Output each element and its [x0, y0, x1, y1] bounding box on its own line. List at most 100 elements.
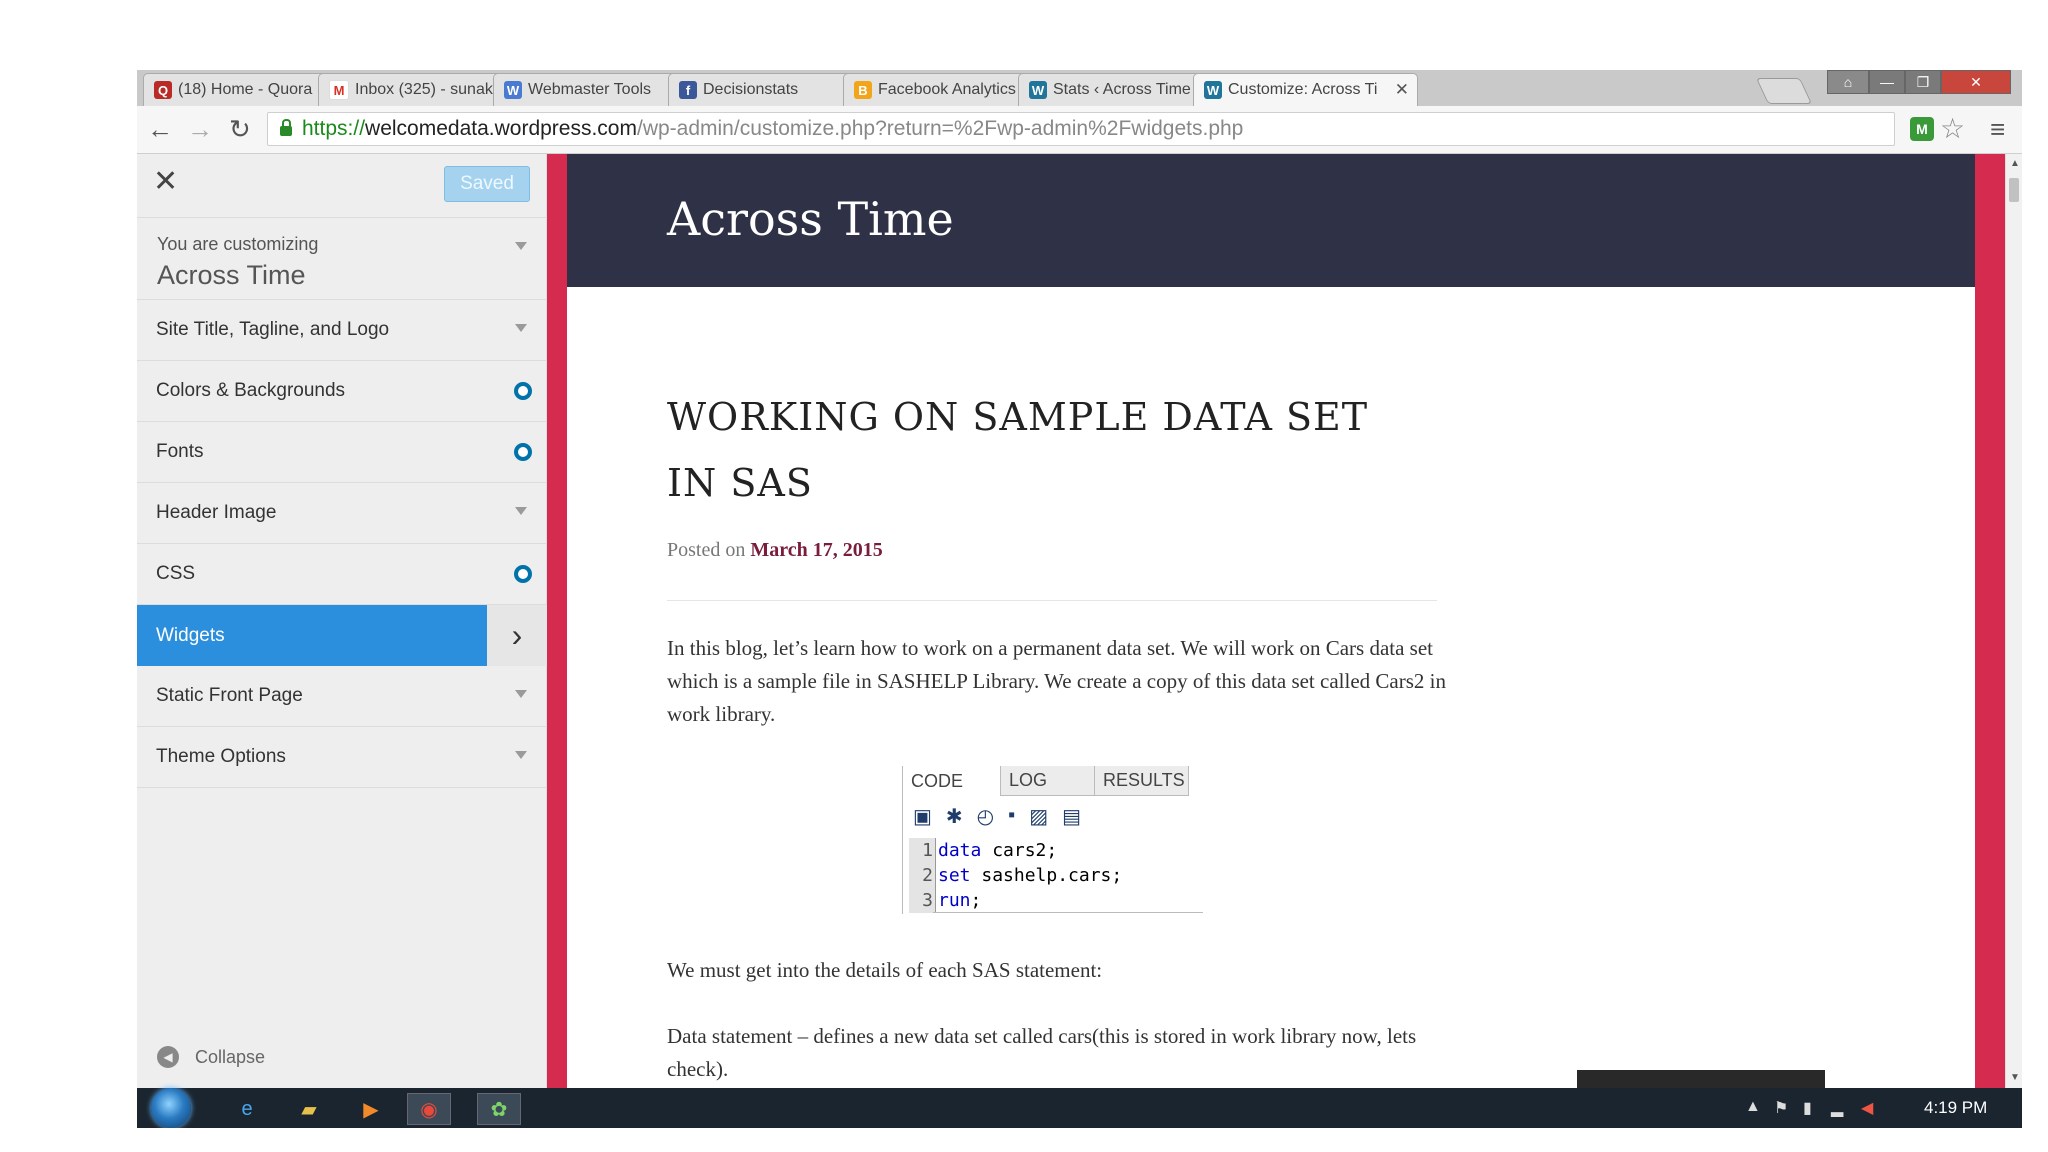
- menu-icon[interactable]: ≡: [1990, 114, 2005, 145]
- saved-button[interactable]: Saved: [444, 166, 530, 202]
- close-window-button[interactable]: ✕: [1941, 70, 2011, 94]
- new-tab-button[interactable]: [1755, 78, 1813, 104]
- submit-icon: ▣: [913, 806, 932, 828]
- code-line: 1 data cars2;: [909, 838, 1203, 863]
- vertical-scrollbar[interactable]: ▲ ▼: [2005, 154, 2022, 1088]
- close-customizer-icon[interactable]: ✕: [153, 164, 178, 199]
- site-preview: Across Time WORKING ON SAMPLE DATA SET I…: [547, 154, 2005, 1088]
- section-static-front-page[interactable]: Static Front Page: [137, 666, 547, 727]
- battery-icon[interactable]: ▮: [1803, 1098, 1812, 1118]
- post-paragraph: In this blog, let’s learn how to work on…: [667, 636, 1446, 726]
- line-number: 3: [909, 888, 936, 913]
- section-label: Header Image: [156, 502, 277, 523]
- chevron-down-icon: [515, 507, 527, 515]
- chrome-icon[interactable]: ◉: [407, 1093, 451, 1125]
- collapse-label: Collapse: [195, 1046, 266, 1067]
- section-theme-options[interactable]: Theme Options: [137, 727, 547, 788]
- lock-icon: [280, 119, 292, 136]
- section-site-title-tagline-logo[interactable]: Site Title, Tagline, and Logo: [137, 300, 547, 361]
- section-css[interactable]: CSS: [137, 544, 547, 605]
- address-bar[interactable]: https://welcomedata.wordpress.com/wp-adm…: [267, 112, 1895, 146]
- post-paragraph: Data statement – defines a new data set …: [667, 1024, 1417, 1081]
- windows-taskbar: e ▰ ▶ ◉ ✿ ▲ ⚑ ▮ ▂ ◀ 4:19 PM: [137, 1088, 2022, 1128]
- internet-explorer-icon[interactable]: e: [225, 1093, 269, 1125]
- maximize-button[interactable]: ❐: [1905, 70, 1941, 94]
- code-text: sashelp.cars;: [970, 865, 1123, 886]
- sas-code-screenshot: CODE LOG RESULTS ▣ ✱ ◴ ▪ ▨ ▤ 1 data cars2…: [902, 766, 1203, 914]
- site-title[interactable]: Across Time: [667, 192, 954, 246]
- code-line: 2 set sashelp.cars;: [909, 863, 1203, 888]
- start-button[interactable]: [151, 1088, 191, 1128]
- sas-tab-results: RESULTS: [1095, 766, 1189, 796]
- user-profile-icon[interactable]: ⌂: [1827, 70, 1869, 94]
- section-widgets[interactable]: Widgets ›: [137, 605, 547, 666]
- collapse-arrow-icon: ◀: [157, 1046, 179, 1068]
- site-content: Across Time WORKING ON SAMPLE DATA SET I…: [567, 154, 1975, 1088]
- post-date-link[interactable]: March 17, 2015: [750, 539, 882, 561]
- code-text: ;: [970, 890, 982, 911]
- code-keyword: data: [938, 840, 982, 861]
- sas-code: 1 data cars2; 2 set sashelp.cars; 3 run;: [909, 838, 1203, 913]
- browser-toolbar: ← → ↻ https://welcomedata.wordpress.com /…: [137, 106, 2022, 154]
- network-signal-icon[interactable]: ▂: [1831, 1098, 1843, 1118]
- url-scheme: https://: [302, 117, 366, 140]
- save-as-icon: ▨: [1029, 806, 1049, 828]
- sas-tab-log: LOG: [1001, 766, 1095, 796]
- media-player-icon[interactable]: ▶: [349, 1093, 393, 1125]
- section-label: Colors & Backgrounds: [156, 380, 346, 401]
- section-label: Site Title, Tagline, and Logo: [156, 319, 390, 340]
- back-arrow-icon[interactable]: ←: [147, 114, 173, 145]
- action-center-flag-icon[interactable]: ⚑: [1774, 1098, 1788, 1118]
- section-label: Static Front Page: [156, 685, 303, 706]
- customizing-site-name: Across Time: [157, 260, 306, 290]
- browser-window: Q (18) Home - Quora ✕ M Inbox (325) - su…: [137, 70, 2022, 1128]
- changed-indicator-icon: [514, 382, 532, 400]
- browser-tab-customize[interactable]: W Customize: Across Ti ✕: [1193, 73, 1418, 106]
- wordpress-icon: W: [1204, 81, 1222, 99]
- chevron-down-icon: [515, 690, 527, 698]
- post-title-line: IN SAS: [667, 461, 813, 505]
- section-header-image[interactable]: Header Image: [137, 483, 547, 544]
- wordpress-icon: W: [1029, 81, 1047, 99]
- sas-tabs: CODE LOG RESULTS: [903, 766, 1203, 796]
- post-title[interactable]: WORKING ON SAMPLE DATA SET IN SAS: [667, 384, 1407, 516]
- divider: [667, 600, 1437, 601]
- section-fonts[interactable]: Fonts: [137, 422, 547, 483]
- preview-device-switcher: [1577, 1070, 1825, 1088]
- file-explorer-icon[interactable]: ▰: [287, 1093, 331, 1125]
- app-icon[interactable]: ✿: [477, 1093, 521, 1125]
- scroll-down-icon[interactable]: ▼: [2010, 1072, 2020, 1083]
- customizer-header: ✕ Saved: [137, 154, 547, 218]
- section-label: CSS: [156, 563, 196, 584]
- tab-title: Customize: Across Ti: [1228, 81, 1378, 98]
- chevron-down-icon: [515, 242, 527, 250]
- customizing-info[interactable]: You are customizing Across Time: [137, 218, 547, 300]
- post-title-line: WORKING ON SAMPLE DATA SET: [667, 395, 1369, 439]
- divider: [933, 912, 1203, 913]
- collapse-button[interactable]: ◀ Collapse: [157, 1046, 265, 1068]
- tab-title: Decisionstats: [703, 81, 799, 98]
- line-number: 2: [909, 863, 936, 888]
- scroll-up-icon[interactable]: ▲: [2010, 158, 2020, 169]
- system-clock[interactable]: 4:19 PM: [1924, 1098, 1987, 1118]
- gmail-icon: M: [329, 80, 349, 100]
- save-icon: ▪: [1008, 804, 1016, 826]
- url-path: /wp-admin/customize.php?return=%2Fwp-adm…: [636, 117, 1244, 140]
- code-line: 3 run;: [909, 888, 1203, 913]
- forward-arrow-icon[interactable]: →: [187, 114, 213, 145]
- changed-indicator-icon: [514, 565, 532, 583]
- code-text: cars2;: [981, 840, 1058, 861]
- show-hidden-icons-icon[interactable]: ▲: [1745, 1098, 1761, 1116]
- document-icon: ▤: [1062, 806, 1082, 828]
- chevron-right-icon[interactable]: ›: [487, 605, 547, 666]
- volume-muted-icon[interactable]: ◀: [1861, 1098, 1873, 1118]
- section-colors-backgrounds[interactable]: Colors & Backgrounds: [137, 361, 547, 422]
- close-tab-icon[interactable]: ✕: [1395, 80, 1409, 100]
- reload-icon[interactable]: ↻: [229, 114, 251, 145]
- extension-icon[interactable]: M: [1910, 117, 1934, 141]
- tab-title: Facebook Analytics -: [878, 81, 1026, 98]
- bookmark-star-icon[interactable]: ☆: [1940, 112, 1965, 145]
- section-label: Theme Options: [156, 746, 286, 767]
- scroll-thumb[interactable]: [2009, 178, 2019, 202]
- minimize-button[interactable]: —: [1869, 70, 1905, 94]
